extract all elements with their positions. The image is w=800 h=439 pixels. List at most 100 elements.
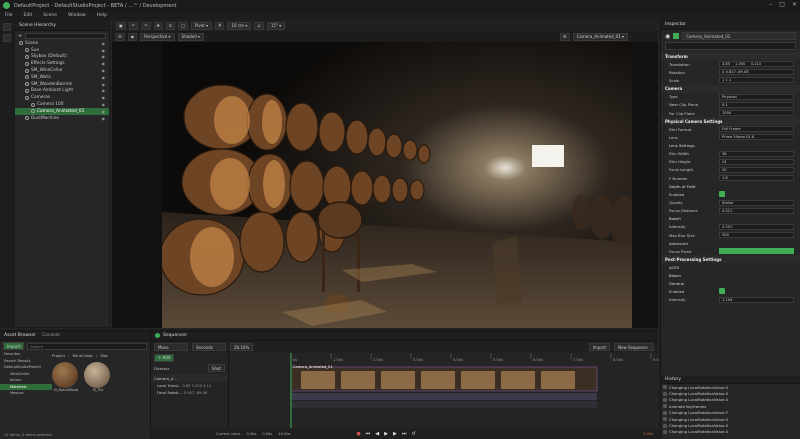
add-icon[interactable]: + xyxy=(18,33,22,39)
translation-track[interactable]: Local Transl... 3.85 1.050 4.11 xyxy=(151,382,228,389)
viewport-panel[interactable]: ☰ ◉ Perspective ▾ Shaded ▾ ⚙ Camera_Anim… xyxy=(112,31,658,328)
rotate-gizmo-icon[interactable]: ↻ xyxy=(165,21,176,30)
post-processing-section[interactable]: Post-Processing Settings xyxy=(661,255,800,264)
translation-field[interactable]: 3.85 1.050 4.114 xyxy=(719,61,794,68)
focus-plane-color[interactable] xyxy=(719,248,794,255)
perspective-dropdown[interactable]: Perspective ▾ xyxy=(140,32,175,41)
dof-enabled-checkbox[interactable] xyxy=(719,191,725,198)
hierarchy-item[interactable]: Camera 100 ◉ xyxy=(15,101,109,108)
menu-edit[interactable]: Edit xyxy=(24,13,33,18)
grid-snap-icon[interactable]: # xyxy=(215,21,225,30)
hierarchy-item[interactable]: DustMachine ◉ xyxy=(15,115,109,122)
console-tab[interactable]: Console xyxy=(42,333,60,338)
import-button[interactable]: Import xyxy=(3,342,25,350)
hierarchy-item[interactable]: SM_WineCellar ◉ xyxy=(15,67,109,74)
hierarchy-item[interactable]: SM_WoodenBarrels ◉ xyxy=(15,81,109,88)
visibility-icon[interactable]: ◉ xyxy=(102,116,106,121)
f-number-field[interactable]: 1.8 xyxy=(719,175,794,182)
visibility-icon[interactable]: ◉ xyxy=(102,48,106,53)
hierarchy-search-input[interactable] xyxy=(25,32,106,39)
menu-window[interactable]: Window xyxy=(68,13,86,18)
undo-icon[interactable]: ↶ xyxy=(128,21,139,30)
bloom-enabled-checkbox[interactable] xyxy=(719,288,725,295)
general-header[interactable]: General xyxy=(661,279,800,287)
near-clip-field[interactable]: 0.1 xyxy=(719,101,794,108)
select-tool-icon[interactable] xyxy=(3,23,11,31)
visibility-icon[interactable]: ◉ xyxy=(102,61,106,66)
scale-gizmo-icon[interactable]: □ xyxy=(178,21,188,30)
rotation-field[interactable]: 0 4.817 -89.08 xyxy=(719,69,794,76)
asset-tile[interactable]: M_BarrelWood xyxy=(52,362,80,392)
menu-file[interactable]: File xyxy=(5,13,13,18)
hierarchy-item[interactable]: SM_Walls ◉ xyxy=(15,74,109,81)
hierarchy-item[interactable]: Camera_Animated_01 ◉ xyxy=(15,107,109,115)
close-icon[interactable]: ✕ xyxy=(792,1,797,8)
mode-dropdown[interactable]: Move xyxy=(154,343,188,351)
physical-camera-section[interactable]: Physical Camera Settings xyxy=(661,117,800,126)
visibility-icon[interactable]: ◉ xyxy=(102,68,106,73)
viewport-settings-icon[interactable]: ⚙ xyxy=(560,32,570,41)
film-height-field[interactable]: 24 xyxy=(719,158,794,165)
go-start-icon[interactable]: ⏮ xyxy=(366,431,371,437)
rotation-track[interactable]: Focal Rotati... -5.957 -89.08 xyxy=(151,389,228,396)
pivot-dropdown[interactable]: Pivot ▾ xyxy=(191,21,213,30)
visibility-icon[interactable]: ◉ xyxy=(102,54,106,59)
bloom-header[interactable]: Bloom xyxy=(661,271,800,279)
history-item[interactable]: Changing LocalRotationValue.X xyxy=(661,429,800,435)
grid-size-dropdown[interactable]: 10 cm ▾ xyxy=(227,21,252,30)
shot-button[interactable]: Shot xyxy=(207,364,225,372)
sequence-import-button[interactable]: Import xyxy=(588,343,610,351)
redo-icon[interactable]: ↷ xyxy=(141,21,151,30)
advanced-header[interactable]: Advanced xyxy=(661,239,800,247)
asset-tile[interactable]: M_Tile xyxy=(84,362,112,392)
menu-help[interactable]: Help xyxy=(97,13,107,18)
timeline-area[interactable]: 0s 1.00s 2.00s 3.00s 4.00s 5.00s 6.00s 7.00s 8.0… xyxy=(231,353,700,428)
lens-dropdown[interactable]: Prime 50mm f/1.8 xyxy=(719,134,794,141)
time-unit-dropdown[interactable]: Seconds xyxy=(192,343,226,351)
focus-distance-field[interactable]: 4.321 xyxy=(719,207,794,214)
camera-type-dropdown[interactable]: Physical xyxy=(719,93,794,100)
angle-dropdown[interactable]: 15° ▾ xyxy=(266,21,286,30)
transform-section[interactable]: Transform xyxy=(661,52,800,60)
dof-header[interactable]: Depth of Field xyxy=(661,182,800,190)
viewport-menu-icon[interactable]: ☰ xyxy=(115,32,125,41)
visibility-icon[interactable]: ◉ xyxy=(102,75,106,80)
visibility-icon[interactable]: ◉ xyxy=(102,102,106,107)
hierarchy-item[interactable]: Skybox (Default) ◉ xyxy=(15,54,109,61)
asset-search-input[interactable]: Search xyxy=(27,342,147,350)
far-clip-field[interactable]: 1000 xyxy=(719,110,794,117)
visibility-icon[interactable]: ◉ xyxy=(102,95,106,100)
zoom-dropdown[interactable]: 28.16% xyxy=(230,343,254,351)
camera-section[interactable]: Camera xyxy=(661,84,800,93)
menu-scene[interactable]: Scene xyxy=(43,13,57,18)
bokeh-intensity-field[interactable]: 2.551 xyxy=(719,223,794,230)
move-gizmo-icon[interactable]: ✥ xyxy=(153,21,163,30)
lens-settings-header[interactable]: Lens Settings xyxy=(661,142,800,150)
visibility-icon[interactable]: ◉ xyxy=(102,82,106,87)
play-icon[interactable]: ▶ xyxy=(384,431,388,437)
sequence-dropdown[interactable]: New Sequence xyxy=(614,343,654,351)
maximize-icon[interactable]: □ xyxy=(779,1,785,8)
add-track-button[interactable]: + Add xyxy=(154,353,175,362)
focal-length-field[interactable]: 50 xyxy=(719,166,794,173)
max-blur-field[interactable]: 500 xyxy=(719,232,794,239)
hierarchy-item[interactable]: Cameras ◉ xyxy=(15,94,109,101)
asset-tree-item[interactable]: Meshes xyxy=(0,390,52,397)
asset-browser-tab[interactable]: Asset Browser xyxy=(4,333,36,338)
dof-quality-dropdown[interactable]: Stellar xyxy=(719,199,794,206)
object-name-field[interactable]: Camera_Animated_01 xyxy=(682,32,796,40)
next-frame-icon[interactable]: ▶ xyxy=(393,431,397,437)
hierarchy-item[interactable]: Effects Settings ◉ xyxy=(15,60,109,67)
aces-header[interactable]: ACES xyxy=(661,263,800,271)
hierarchy-item[interactable]: Base Ambient Light ◉ xyxy=(15,88,109,95)
film-format-dropdown[interactable]: Full Frame xyxy=(719,126,794,133)
inspector-search-input[interactable] xyxy=(665,42,796,50)
scale-field[interactable]: 1 1 1 xyxy=(719,77,794,84)
loop-icon[interactable]: ↺ xyxy=(411,431,415,437)
bloom-intensity-field[interactable]: 1.194 xyxy=(719,296,794,303)
camera-track[interactable]: Camera_A... xyxy=(151,374,228,382)
bokeh-header[interactable]: Bokeh xyxy=(661,215,800,223)
prev-frame-icon[interactable]: ◀ xyxy=(375,431,379,437)
minimize-icon[interactable]: – xyxy=(769,1,772,8)
hierarchy-item[interactable]: Sun ◉ xyxy=(15,47,109,54)
